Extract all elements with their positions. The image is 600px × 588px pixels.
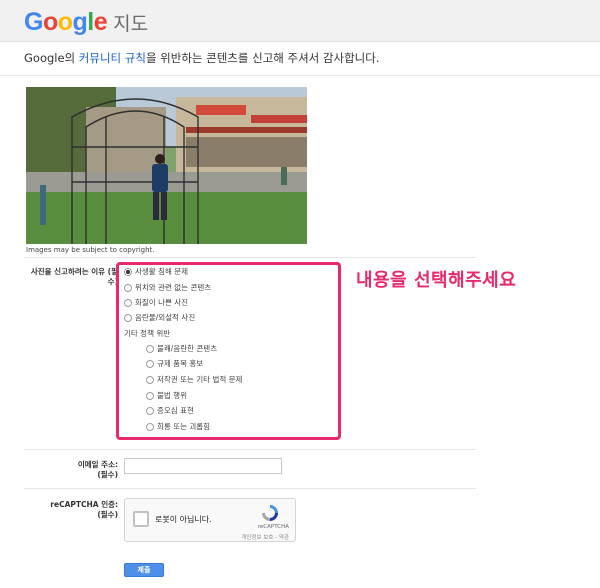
logo-letter: o [57, 8, 73, 36]
recaptcha-logo-icon [262, 505, 278, 521]
captcha-label-line1: reCAPTCHA 인증: [50, 500, 118, 509]
section-divider [24, 449, 476, 450]
copyright-notice: Images may be subject to copyright. [26, 246, 155, 254]
submit-button[interactable]: 제출 [124, 563, 164, 577]
intro-text: Google의 커뮤니티 규칙을 위반하는 콘텐츠를 신고해 주셔서 감사합니다… [24, 50, 379, 66]
top-bar: Google 지도 [0, 0, 600, 42]
report-reason-label: 사진을 신고하려는 이유 (필수) [30, 267, 118, 286]
section-divider [24, 488, 476, 489]
email-label: 이메일 주소: (필수) [26, 460, 118, 480]
header-divider [0, 75, 600, 76]
recaptcha-privacy-terms[interactable]: 개인정보 보호 - 약관 [241, 533, 289, 541]
section-divider [24, 257, 476, 258]
recaptcha-brand: reCAPTCHA [257, 524, 289, 530]
recaptcha-checkbox-label: 로봇이 아닙니다. [155, 515, 212, 524]
captcha-label: reCAPTCHA 인증: (필수) [26, 500, 118, 520]
logo-letter: o [42, 8, 58, 36]
recaptcha-checkbox[interactable] [133, 511, 149, 527]
captcha-label-line2: (필수) [97, 510, 118, 519]
logo-letter: g [72, 8, 88, 36]
google-wordmark: Google [24, 8, 108, 36]
annotation-text: 내용을 선택해주세요 [356, 270, 517, 291]
community-rules-link[interactable]: 커뮤니티 규칙 [79, 51, 146, 65]
street-scene-illustration [26, 87, 307, 244]
product-name: 지도 [113, 13, 149, 35]
highlight-box [116, 262, 341, 440]
email-label-line2: (필수) [97, 470, 118, 479]
google-maps-logo[interactable]: Google 지도 [24, 8, 148, 36]
email-label-line1: 이메일 주소: [77, 460, 118, 469]
recaptcha-widget: 로봇이 아닙니다. reCAPTCHA 개인정보 보호 - 약관 [124, 498, 296, 542]
logo-letter: G [24, 8, 43, 36]
intro-prefix: Google의 [24, 51, 79, 65]
logo-letter: e [93, 8, 108, 36]
email-field[interactable] [124, 458, 282, 474]
reported-photo [26, 87, 307, 244]
intro-suffix: 을 위반하는 콘텐츠를 신고해 주셔서 감사합니다. [145, 51, 380, 65]
